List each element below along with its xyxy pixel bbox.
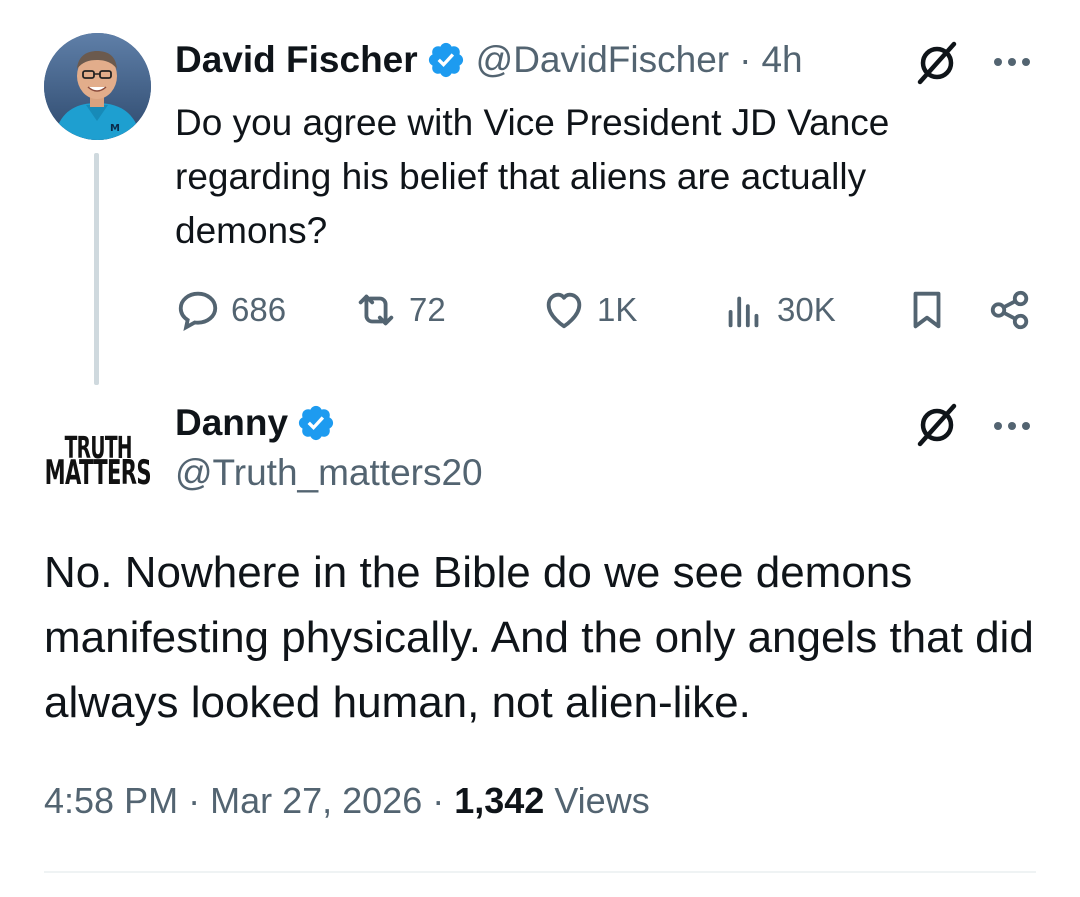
parent-author-handle[interactable]: @DavidFischer xyxy=(476,39,729,81)
parent-author-name[interactable]: David Fischer xyxy=(175,39,418,81)
like-count: 1K xyxy=(597,291,638,328)
reply-tweet-header: Danny xyxy=(175,400,346,446)
repost-button[interactable]: 72 xyxy=(353,288,446,332)
parent-tweet-header: David Fischer @DavidFischer · 4h xyxy=(175,38,803,82)
repost-icon xyxy=(358,294,394,326)
share-button[interactable] xyxy=(987,288,1033,332)
reply-author-name[interactable]: Danny xyxy=(175,402,288,444)
reply-button[interactable]: 686 xyxy=(175,288,286,332)
reply-icon xyxy=(178,291,218,331)
svg-text:M: M xyxy=(110,123,120,134)
parent-author-avatar[interactable]: M xyxy=(44,33,151,140)
like-button[interactable]: 1K xyxy=(541,288,637,332)
bookmark-icon xyxy=(913,291,941,329)
meta-separator: · xyxy=(188,780,201,821)
reply-tweet-text: No. Nowhere in the Bible do we see demon… xyxy=(44,548,1034,727)
grok-icon[interactable] xyxy=(914,402,960,448)
view-count: 30K xyxy=(777,291,836,328)
heart-icon xyxy=(546,292,582,329)
header-separator: · xyxy=(739,39,752,80)
parent-tweet-action-bar: 686 72 1K 30K xyxy=(175,288,1035,332)
reply-author-avatar[interactable]: TRUTH MATTERS xyxy=(44,418,152,504)
parent-tweet-time[interactable]: 4h xyxy=(761,39,802,81)
reply-time[interactable]: 4:58 PM xyxy=(44,780,178,822)
reply-views-count: 1,342 xyxy=(454,780,545,821)
reply-author-handle[interactable]: @Truth_matters20 xyxy=(175,452,483,494)
grok-icon[interactable] xyxy=(914,40,960,86)
avatar-logo-line2: MATTERS xyxy=(44,453,152,493)
repost-count: 72 xyxy=(409,291,446,328)
verified-badge-icon xyxy=(298,405,334,441)
parent-tweet-text: Do you agree with Vice President JD Vanc… xyxy=(175,102,890,251)
verified-badge-icon xyxy=(428,42,463,78)
share-icon xyxy=(990,290,1029,330)
more-icon[interactable] xyxy=(992,420,1032,432)
thread-connector-line xyxy=(94,153,99,385)
reply-views-label: Views xyxy=(554,780,650,821)
tweet-detail-view: M David Fischer @DavidFischer · 4h Do yo… xyxy=(0,0,1080,897)
views-button[interactable]: 30K xyxy=(721,288,836,332)
more-icon[interactable] xyxy=(992,56,1032,68)
section-divider xyxy=(44,871,1036,873)
reply-count: 686 xyxy=(231,291,287,328)
reply-date[interactable]: Mar 27, 2026 xyxy=(210,780,422,822)
meta-separator: · xyxy=(432,780,445,821)
analytics-icon xyxy=(728,296,759,328)
bookmark-button[interactable] xyxy=(904,288,950,332)
reply-tweet-meta: 4:58 PM · Mar 27, 2026 · 1,342 Views xyxy=(44,776,650,826)
